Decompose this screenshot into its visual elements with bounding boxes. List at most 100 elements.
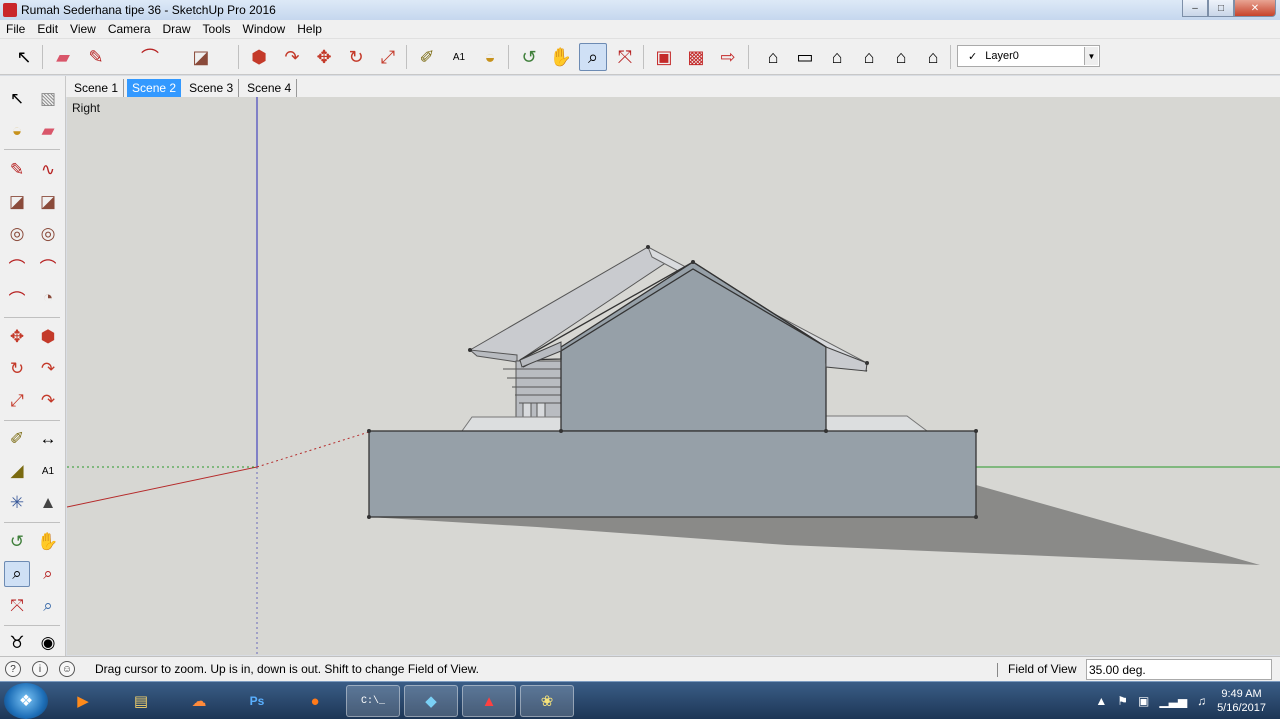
tray-expand-icon[interactable]: ▲ — [1095, 694, 1107, 708]
scale-icon[interactable]: ⤢ — [4, 388, 30, 414]
front-view-icon[interactable]: ⌂ — [823, 43, 851, 71]
rotate-tool-icon[interactable]: ↻ — [342, 43, 370, 71]
three-point-arc-icon[interactable]: ⌒ — [4, 285, 30, 311]
zoom-extents-tool-icon[interactable]: ⤧ — [611, 43, 639, 71]
pie-icon[interactable]: ◔ — [35, 285, 61, 311]
polygon-icon[interactable]: ◎ — [35, 221, 61, 247]
select-tool-icon[interactable]: ↖ — [4, 86, 30, 112]
layer-select[interactable]: ✓ Layer0 ▼ — [957, 45, 1100, 67]
pan-icon[interactable]: ✋ — [35, 529, 61, 555]
tab-scene-1[interactable]: Scene 1 — [69, 79, 125, 97]
firefox-icon[interactable]: ● — [288, 685, 342, 717]
eraser-icon[interactable]: ▰ — [35, 118, 61, 144]
select-tool-icon[interactable]: ↖ — [10, 43, 38, 71]
3d-text-icon[interactable]: ▲ — [35, 490, 61, 516]
zoom-extents-icon[interactable]: ⤧ — [4, 593, 30, 619]
iso-view-icon[interactable]: ⌂ — [759, 43, 787, 71]
zoom-window-icon[interactable]: ⌕ — [35, 561, 61, 587]
paint-bucket-tool-icon[interactable]: ◒ — [476, 43, 504, 71]
modeling-viewport[interactable]: Right — [67, 97, 1280, 655]
chevron-down-icon[interactable]: ▼ — [1084, 47, 1098, 65]
freehand-icon[interactable]: ∿ — [35, 157, 61, 183]
rectangle-icon[interactable]: ◪ — [4, 189, 30, 215]
push-pull-icon[interactable]: ⬢ — [35, 324, 61, 350]
eraser-tool-icon[interactable]: ▰ — [49, 43, 77, 71]
move-tool-icon[interactable]: ✥ — [310, 43, 338, 71]
uc-browser-icon[interactable]: ☁ — [172, 685, 226, 717]
zoom-tool-icon[interactable]: ⌕ — [579, 43, 607, 71]
protractor-icon[interactable]: ◢ — [4, 458, 30, 484]
orbit-icon[interactable]: ↺ — [4, 529, 30, 555]
scale-tool-icon[interactable]: ⤢ — [374, 43, 402, 71]
photoshop-icon[interactable]: Ps — [230, 685, 284, 717]
battery-icon[interactable]: ▣ — [1138, 694, 1149, 708]
tab-scene-4[interactable]: Scene 4 — [242, 79, 298, 97]
walk-icon[interactable]: ♉ — [4, 630, 30, 656]
rotate-icon[interactable]: ↻ — [4, 356, 30, 382]
menu-edit[interactable]: Edit — [31, 22, 64, 36]
axes-icon[interactable]: ✳ — [4, 490, 30, 516]
follow-me-icon[interactable]: ↷ — [35, 356, 61, 382]
line-tool-icon[interactable]: ✎ — [82, 43, 110, 71]
left-view-icon[interactable]: ⌂ — [919, 43, 947, 71]
text-icon[interactable]: A1 — [35, 458, 61, 484]
previous-view-icon[interactable]: ⌕ — [35, 593, 61, 619]
maximize-button[interactable]: □ — [1208, 0, 1234, 17]
right-view-icon[interactable]: ⌂ — [855, 43, 883, 71]
warehouse-icon[interactable]: ▣ — [650, 43, 678, 71]
paint-icon[interactable]: ❀ — [520, 685, 574, 717]
tab-scene-3[interactable]: Scene 3 — [184, 79, 240, 97]
tab-scene-2[interactable]: Scene 2 — [127, 79, 182, 97]
sketchup-task-icon[interactable]: ▲ — [462, 685, 516, 717]
rotated-rectangle-icon[interactable]: ◪ — [35, 189, 61, 215]
volume-icon[interactable]: ♫ — [1197, 694, 1206, 708]
pan-tool-icon[interactable]: ✋ — [547, 43, 575, 71]
arc-tool-icon[interactable]: ⌒ — [136, 43, 164, 71]
share-model-icon[interactable]: ⇨ — [714, 43, 742, 71]
command-prompt-icon[interactable]: C:\_ — [346, 685, 400, 717]
action-center-icon[interactable]: ⚑ — [1117, 694, 1128, 708]
status-bar: ? i ☺ Drag cursor to zoom. Up is in, dow… — [0, 656, 1280, 681]
menu-view[interactable]: View — [64, 22, 102, 36]
push-pull-tool-icon[interactable]: ⬢ — [245, 43, 273, 71]
top-view-icon[interactable]: ▭ — [791, 43, 819, 71]
orbit-tool-icon[interactable]: ↺ — [515, 43, 543, 71]
measurements-box[interactable]: 35.00 deg. — [1086, 659, 1272, 680]
clock[interactable]: 9:49 AM 5/16/2017 — [1217, 687, 1266, 715]
tape-measure-icon[interactable]: ✐ — [4, 426, 30, 452]
minimize-button[interactable]: – — [1182, 0, 1208, 17]
two-point-arc-icon[interactable]: ⌒ — [35, 253, 61, 279]
help-icon[interactable]: ? — [5, 661, 21, 677]
front-fence-wall — [368, 430, 977, 518]
zoom-icon[interactable]: ⌕ — [4, 561, 30, 587]
menu-file[interactable]: File — [0, 22, 31, 36]
start-button[interactable]: ❖ — [4, 683, 48, 719]
close-button[interactable]: ✕ — [1234, 0, 1276, 17]
tape-measure-tool-icon[interactable]: ✐ — [413, 43, 441, 71]
offset-icon[interactable]: ↷ — [35, 388, 61, 414]
extension-warehouse-icon[interactable]: ▩ — [682, 43, 710, 71]
menu-draw[interactable]: Draw — [157, 22, 197, 36]
info-icon[interactable]: i — [32, 661, 48, 677]
app-window-icon[interactable]: ◆ — [404, 685, 458, 717]
back-view-icon[interactable]: ⌂ — [887, 43, 915, 71]
explorer-icon[interactable]: ▤ — [114, 685, 168, 717]
menu-camera[interactable]: Camera — [102, 22, 157, 36]
move-icon[interactable]: ✥ — [4, 324, 30, 350]
menu-tools[interactable]: Tools — [197, 22, 237, 36]
rectangle-tool-icon[interactable]: ◪ — [187, 43, 215, 71]
make-component-icon[interactable]: ▧ — [35, 86, 61, 112]
text-tool-icon[interactable]: A1 — [445, 43, 473, 71]
menu-window[interactable]: Window — [237, 22, 292, 36]
media-player-icon[interactable]: ▶ — [56, 685, 110, 717]
arc-icon[interactable]: ⌒ — [4, 253, 30, 279]
menu-help[interactable]: Help — [291, 22, 328, 36]
paint-bucket-icon[interactable]: ◒ — [4, 118, 30, 144]
user-icon[interactable]: ☺ — [59, 661, 75, 677]
dimension-icon[interactable]: ↔ — [35, 426, 61, 452]
signal-icon[interactable]: ▁▃▅ — [1159, 694, 1187, 708]
look-around-icon[interactable]: ◉ — [35, 630, 61, 656]
follow-me-tool-icon[interactable]: ↷ — [278, 43, 306, 71]
line-icon[interactable]: ✎ — [4, 157, 30, 183]
circle-icon[interactable]: ◎ — [4, 221, 30, 247]
